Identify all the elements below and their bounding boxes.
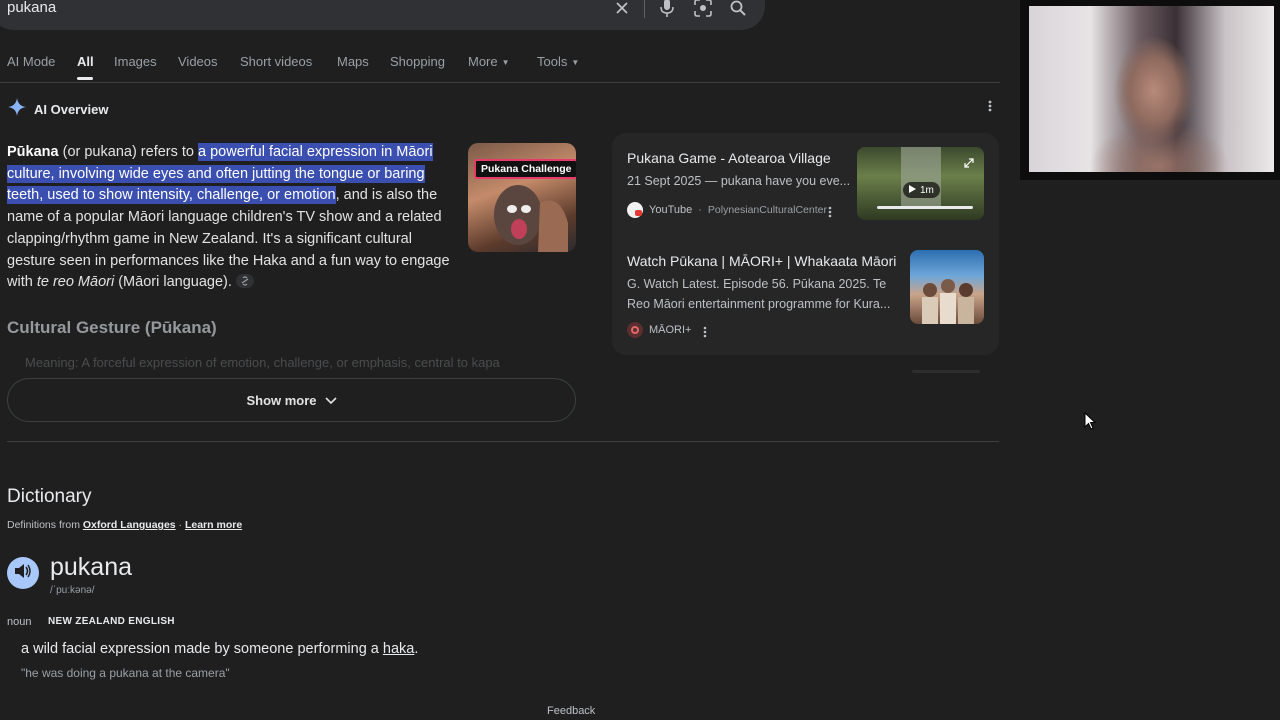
pukana-challenge-thumbnail[interactable]: Pukana Challenge [468,143,576,252]
tabs-divider [0,82,1000,83]
feedback-link[interactable]: Feedback [547,705,595,717]
ai-term: Pūkana [7,144,59,160]
search-bar[interactable] [0,0,765,30]
tab-all[interactable]: All [77,54,94,69]
pronunciation-button[interactable] [7,557,39,589]
maori-plus-icon [627,322,643,338]
more-options-icon[interactable] [703,325,707,343]
show-more-label: Show more [246,392,317,408]
dictionary-heading: Dictionary [7,486,92,507]
tab-shopping[interactable]: Shopping [390,54,445,69]
faint-divider [912,370,980,373]
ai-overview-header: AI Overview [8,98,108,121]
section-heading: Cultural Gesture (Pūkana) [7,318,217,337]
search-divider [644,0,645,18]
show-more-button[interactable]: Show more [7,378,576,422]
thumbnail-figure [901,147,941,207]
play-icon [909,184,916,196]
speaker-icon [14,563,32,584]
source-separator: · [698,204,702,216]
thumbnail-label: Pukana Challenge [474,159,576,179]
section-divider [7,441,999,442]
haka-link[interactable]: haka [383,641,414,657]
clear-search-icon[interactable] [611,0,633,19]
active-tab-indicator [77,77,93,80]
region-label: NEW ZEALAND ENGLISH [48,616,175,627]
part-of-speech: noun [7,616,32,628]
microphone-icon[interactable] [656,0,678,19]
duration-badge: 1m [903,182,940,198]
phonetic-spelling: /ˈpuːkənə/ [50,585,95,596]
tab-videos[interactable]: Videos [178,54,218,69]
dictionary-word: pukana [50,553,133,581]
tab-tools[interactable]: Tools ▼ [537,54,579,69]
dictionary-source: Definitions from Oxford Languages · Lear… [7,519,242,531]
caret-down-icon: ▼ [571,58,580,68]
oxford-languages-link[interactable]: Oxford Languages [83,519,176,531]
expand-icon[interactable] [964,155,974,173]
lens-icon[interactable] [692,0,714,19]
tab-images[interactable]: Images [114,54,157,69]
video-progress-bar [877,206,973,209]
search-icon[interactable] [727,0,749,19]
video-thumbnail[interactable]: 1m [857,147,984,220]
result-title[interactable]: Pukana Game - Aotearoa Village [627,150,831,166]
definition-text: a wild facial expression made by someone… [21,641,418,657]
tab-more-label: More [468,54,498,69]
result-snippet: G. Watch Latest. Episode 56. Pūkana 2025… [627,277,891,311]
faded-text: Meaning: A forceful expression of emotio… [25,355,500,370]
result-title[interactable]: Watch Pūkana | MĀORI+ | Whakaata Māori [627,253,896,269]
example-sentence: "he was doing a pukana at the camera" [21,666,230,680]
tab-more[interactable]: More ▼ [468,54,510,69]
related-results-panel: Pukana Game - Aotearoa Village 21 Sept 2… [612,133,999,355]
webcam-video [1029,6,1274,172]
ai-italic-text: te reo Māori [36,274,115,291]
sparkle-icon [8,98,26,121]
tab-maps[interactable]: Maps [337,54,369,69]
learn-more-link[interactable]: Learn more [185,519,242,531]
ai-text-part: (Māori language). [114,274,232,291]
more-options-icon[interactable] [828,205,832,223]
result-source[interactable]: MĀORI+ [627,322,691,338]
chevron-down-icon [324,393,337,408]
youtube-icon [627,202,643,218]
definition-part: . [414,641,419,657]
show-thumbnail[interactable] [910,250,984,324]
search-input[interactable]: pukana [7,0,56,16]
result-source[interactable]: YouTube · PolynesianCulturalCenter [627,202,827,218]
source-separator: · [175,519,185,531]
link-icon[interactable] [235,274,254,289]
ai-overview-title: AI Overview [34,102,109,117]
source-name: MĀORI+ [649,324,692,336]
caret-down-icon: ▼ [501,58,510,68]
definition-part: a wild facial expression made by someone… [21,641,383,657]
source-prefix: Definitions from [7,519,83,531]
channel-name: PolynesianCulturalCenter [707,204,827,216]
mouse-cursor-icon [1084,411,1097,435]
tab-short-videos[interactable]: Short videos [240,54,312,69]
ai-overview-text: Pūkana (or pukana) refers to a powerful … [7,142,459,294]
source-name: YouTube [649,204,693,216]
tab-ai-mode[interactable]: AI Mode [7,54,55,69]
duration-label: 1m [920,184,934,196]
webcam-overlay [1020,0,1280,180]
search-tabs: AI Mode All Images Videos Short videos M… [0,54,1000,80]
ai-text-part: (or pukana) refers to [58,144,199,160]
more-options-icon[interactable] [984,100,996,114]
tab-tools-label: Tools [537,54,568,69]
